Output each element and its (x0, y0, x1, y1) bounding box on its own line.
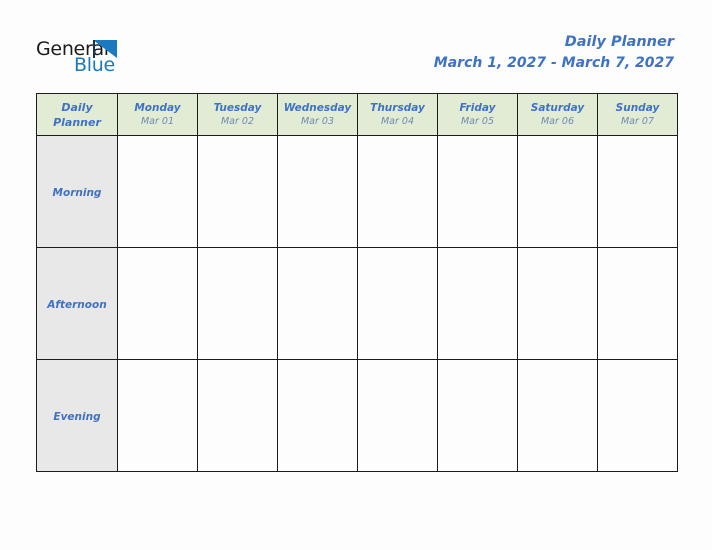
day-date: Mar 01 (140, 116, 175, 127)
slot-afternoon-sunday[interactable] (597, 247, 678, 360)
page-header: General Blue Daily Planner March 1, 2027… (0, 0, 712, 93)
slot-afternoon-wednesday[interactable] (277, 247, 358, 360)
slot-afternoon-tuesday[interactable] (197, 247, 278, 360)
table-row: Evening (36, 359, 678, 472)
corner-label-line1: Daily (61, 100, 93, 114)
day-name: Sunday (615, 102, 660, 114)
day-date: Mar 04 (380, 116, 415, 127)
day-date: Mar 07 (620, 116, 655, 127)
row-label-text: Afternoon (47, 298, 107, 311)
logo-text-blue: Blue (74, 54, 115, 76)
slot-evening-friday[interactable] (437, 359, 518, 472)
row-label-text: Morning (52, 186, 102, 199)
column-header-thursday[interactable]: Thursday Mar 04 (357, 93, 438, 136)
slot-morning-monday[interactable] (117, 135, 198, 248)
day-name: Friday (459, 102, 496, 114)
table-row: Morning (36, 135, 678, 248)
slot-morning-saturday[interactable] (517, 135, 598, 248)
column-header-tuesday[interactable]: Tuesday Mar 02 (197, 93, 278, 136)
row-label-afternoon: Afternoon (36, 247, 118, 360)
slot-morning-thursday[interactable] (357, 135, 438, 248)
slot-evening-thursday[interactable] (357, 359, 438, 472)
table-header-row: Daily Planner Monday Mar 01 Tuesday Mar … (36, 93, 678, 136)
slot-evening-tuesday[interactable] (197, 359, 278, 472)
column-header-monday[interactable]: Monday Mar 01 (117, 93, 198, 136)
day-date: Mar 06 (540, 116, 575, 127)
planner-table: Daily Planner Monday Mar 01 Tuesday Mar … (36, 93, 678, 472)
slot-afternoon-monday[interactable] (117, 247, 198, 360)
slot-evening-monday[interactable] (117, 359, 198, 472)
column-header-sunday[interactable]: Sunday Mar 07 (597, 93, 678, 136)
corner-header-cell: Daily Planner (36, 93, 118, 136)
date-range: March 1, 2027 - March 7, 2027 (433, 55, 674, 71)
column-header-saturday[interactable]: Saturday Mar 06 (517, 93, 598, 136)
daily-planner-page: General Blue Daily Planner March 1, 2027… (0, 0, 712, 550)
slot-morning-tuesday[interactable] (197, 135, 278, 248)
column-header-friday[interactable]: Friday Mar 05 (437, 93, 518, 136)
title-block: Daily Planner March 1, 2027 - March 7, 2… (434, 32, 674, 74)
table-row: Afternoon (36, 247, 678, 360)
slot-evening-wednesday[interactable] (277, 359, 358, 472)
slot-evening-sunday[interactable] (597, 359, 678, 472)
page-title: Daily Planner (564, 34, 674, 50)
column-header-wednesday[interactable]: Wednesday Mar 03 (277, 93, 358, 136)
day-name: Saturday (530, 102, 585, 114)
day-date: Mar 02 (220, 116, 255, 127)
day-date: Mar 05 (460, 116, 495, 127)
slot-afternoon-friday[interactable] (437, 247, 518, 360)
slot-morning-friday[interactable] (437, 135, 518, 248)
corner-label-line2: Planner (53, 115, 101, 129)
slot-afternoon-thursday[interactable] (357, 247, 438, 360)
general-blue-logo[interactable]: General Blue (36, 38, 236, 84)
slot-evening-saturday[interactable] (517, 359, 598, 472)
day-name: Wednesday (283, 102, 352, 114)
row-label-morning: Morning (36, 135, 118, 248)
day-name: Monday (134, 102, 181, 114)
day-name: Tuesday (213, 102, 262, 114)
slot-morning-sunday[interactable] (597, 135, 678, 248)
row-label-text: Evening (53, 410, 101, 423)
day-name: Thursday (370, 102, 425, 114)
day-date: Mar 03 (300, 116, 335, 127)
slot-afternoon-saturday[interactable] (517, 247, 598, 360)
row-label-evening: Evening (36, 359, 118, 472)
slot-morning-wednesday[interactable] (277, 135, 358, 248)
